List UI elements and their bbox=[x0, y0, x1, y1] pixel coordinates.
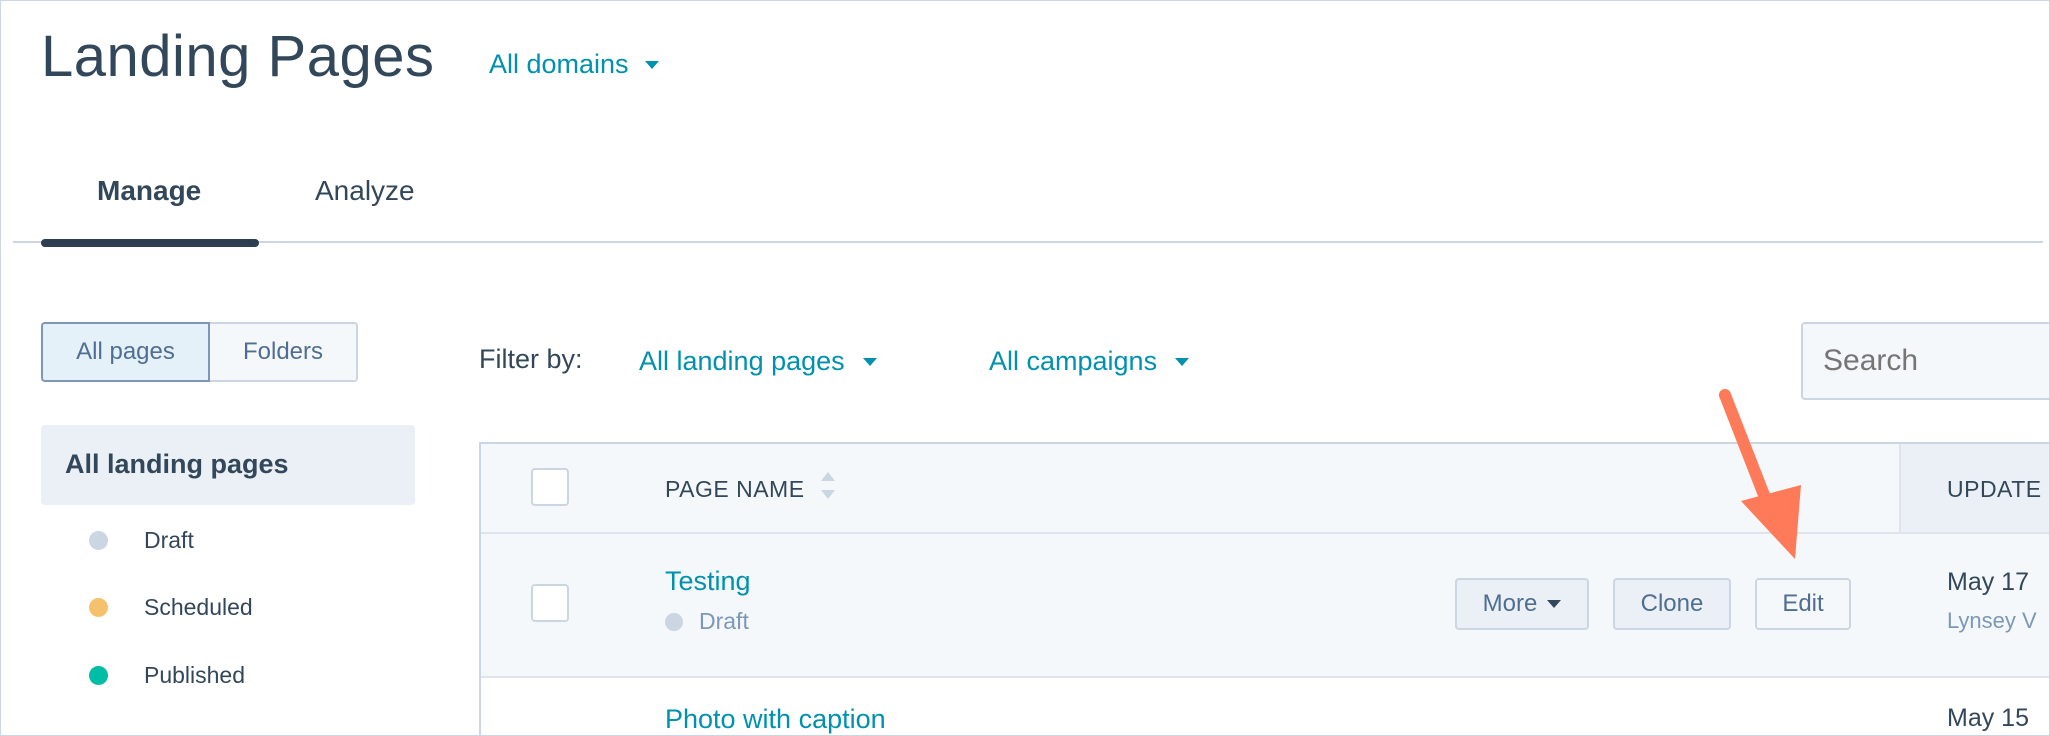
edit-button[interactable]: Edit bbox=[1755, 578, 1851, 630]
select-all-checkbox[interactable] bbox=[531, 468, 569, 506]
landing-pages-filter-dropdown[interactable]: All landing pages bbox=[639, 346, 877, 377]
domain-filter-dropdown[interactable]: All domains bbox=[489, 49, 659, 80]
sidebar-item-label: Draft bbox=[144, 527, 194, 553]
scheduled-status-dot-icon bbox=[89, 598, 108, 617]
page-title: Landing Pages bbox=[41, 24, 435, 89]
tab-manage[interactable]: Manage bbox=[97, 175, 201, 207]
domain-filter-label: All domains bbox=[489, 49, 629, 79]
draft-status-dot-icon bbox=[665, 612, 683, 631]
clone-button[interactable]: Clone bbox=[1613, 578, 1731, 630]
sidebar-item-label: Scheduled bbox=[144, 594, 253, 620]
annotation-arrow-icon bbox=[1719, 389, 1801, 559]
campaigns-filter-label: All campaigns bbox=[989, 346, 1158, 376]
folders-button[interactable]: Folders bbox=[210, 322, 358, 382]
campaigns-filter-dropdown[interactable]: All campaigns bbox=[989, 346, 1190, 377]
filter-by-label: Filter by: bbox=[479, 344, 583, 374]
all-pages-button[interactable]: All pages bbox=[41, 322, 210, 382]
published-status-dot-icon bbox=[89, 666, 108, 685]
updated-date: May 17 bbox=[1947, 568, 2029, 596]
draft-status-dot-icon bbox=[89, 531, 108, 550]
chevron-down-icon bbox=[644, 60, 659, 69]
chevron-down-icon bbox=[1547, 600, 1562, 608]
app-frame: Landing Pages All domains Manage Analyze… bbox=[0, 0, 2050, 736]
sidebar-heading-label: All landing pages bbox=[65, 449, 289, 479]
page-status: Draft bbox=[665, 608, 749, 635]
sidebar-item-scheduled[interactable]: Scheduled bbox=[89, 594, 253, 621]
active-tab-indicator bbox=[41, 239, 259, 247]
sidebar-item-all-landing-pages[interactable]: All landing pages bbox=[41, 425, 415, 505]
sidebar-item-draft[interactable]: Draft bbox=[89, 527, 194, 554]
sidebar-item-label: Published bbox=[144, 662, 246, 688]
updated-column-header[interactable]: UPDATE bbox=[1899, 444, 2049, 532]
page-name-link[interactable]: Photo with caption bbox=[665, 704, 886, 735]
chevron-down-icon bbox=[862, 357, 877, 366]
updated-date: May 15 bbox=[1947, 704, 2029, 732]
page-name-link[interactable]: Testing bbox=[665, 566, 751, 597]
more-button-label: More bbox=[1482, 590, 1538, 617]
search-input[interactable] bbox=[1801, 322, 2049, 400]
updated-column-label: UPDATE bbox=[1947, 476, 2042, 502]
page-status-label: Draft bbox=[699, 608, 749, 634]
view-toggle: All pages Folders bbox=[41, 322, 358, 382]
tab-analyze[interactable]: Analyze bbox=[315, 175, 415, 207]
page-name-column-header[interactable]: PAGE NAME bbox=[665, 476, 805, 503]
sidebar-item-published[interactable]: Published bbox=[89, 662, 245, 689]
table-row[interactable]: Photo with caption May 15 bbox=[481, 678, 2049, 735]
tab-bar: Manage Analyze bbox=[13, 161, 2043, 247]
chevron-down-icon bbox=[1175, 357, 1190, 366]
more-button[interactable]: More bbox=[1455, 578, 1589, 630]
updated-author: Lynsey V bbox=[1947, 608, 2037, 633]
sort-icon[interactable] bbox=[821, 472, 835, 506]
landing-pages-filter-label: All landing pages bbox=[639, 346, 845, 376]
row-checkbox[interactable] bbox=[531, 584, 569, 622]
